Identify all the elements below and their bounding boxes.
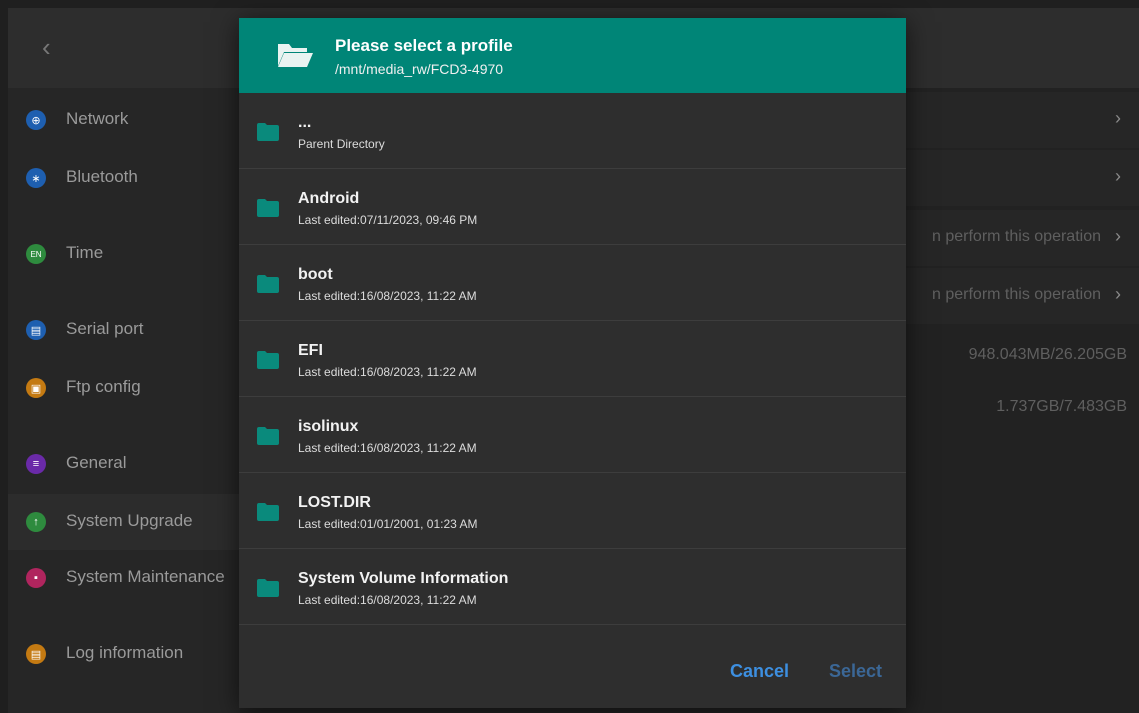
back-arrow-icon[interactable]: ‹ bbox=[42, 32, 51, 63]
sidebar-item-network[interactable]: ⊕ Network bbox=[8, 92, 240, 148]
sidebar-item-system-maintenance[interactable]: ▪ System Maintenance bbox=[8, 550, 240, 606]
chevron-right-icon: › bbox=[1115, 284, 1121, 304]
ftp-icon: ▣ bbox=[26, 378, 46, 398]
folder-name: boot bbox=[298, 266, 333, 283]
sidebar-item-label: Ftp config bbox=[66, 377, 141, 396]
folder-subtitle: Last edited:16/08/2023, 11:22 AM bbox=[298, 441, 477, 455]
current-path: /mnt/media_rw/FCD3-4970 bbox=[335, 61, 504, 77]
folder-icon bbox=[257, 199, 279, 222]
list-item-isolinux[interactable]: isolinux Last edited:16/08/2023, 11:22 A… bbox=[239, 397, 906, 473]
chevron-right-icon: › bbox=[1115, 108, 1121, 128]
folder-subtitle: Last edited:01/01/2001, 01:23 AM bbox=[298, 517, 478, 531]
sidebar-item-serial-port[interactable]: ▤ Serial port bbox=[8, 302, 240, 358]
clock-icon: EN bbox=[26, 244, 46, 264]
dialog-header: Please select a profile /mnt/media_rw/FC… bbox=[239, 18, 906, 93]
storage-value: 948.043MB/26.205GB bbox=[968, 346, 1127, 363]
list-item-lost-dir[interactable]: LOST.DIR Last edited:01/01/2001, 01:23 A… bbox=[239, 473, 906, 549]
list-item-android[interactable]: Android Last edited:07/11/2023, 09:46 PM bbox=[239, 169, 906, 245]
list-item-efi[interactable]: EFI Last edited:16/08/2023, 11:22 AM bbox=[239, 321, 906, 397]
folder-subtitle: Last edited:16/08/2023, 11:22 AM bbox=[298, 289, 477, 303]
chevron-right-icon: › bbox=[1115, 166, 1121, 186]
dialog-title: Please select a profile bbox=[335, 36, 513, 55]
serial-port-icon: ▤ bbox=[26, 320, 46, 340]
upgrade-icon: ↑ bbox=[26, 512, 46, 532]
row-hint-text: n perform this operation bbox=[932, 228, 1101, 245]
folder-icon bbox=[257, 123, 279, 146]
folder-icon bbox=[257, 427, 279, 450]
sidebar-item-label: Bluetooth bbox=[66, 167, 138, 186]
list-item-parent-directory[interactable]: ... Parent Directory bbox=[239, 93, 906, 169]
sidebar-item-label: System Upgrade bbox=[66, 511, 193, 530]
folder-icon bbox=[257, 579, 279, 602]
select-button[interactable]: Select bbox=[829, 661, 882, 682]
list-item-boot[interactable]: boot Last edited:16/08/2023, 11:22 AM bbox=[239, 245, 906, 321]
folder-subtitle: Last edited:07/11/2023, 09:46 PM bbox=[298, 213, 478, 227]
sidebar-item-ftp-config[interactable]: ▣ Ftp config bbox=[8, 360, 240, 416]
sidebar: ⊕ Network ∗ Bluetooth EN Time ▤ Serial p… bbox=[8, 88, 240, 713]
folder-name: isolinux bbox=[298, 418, 359, 435]
sidebar-item-label: Serial port bbox=[66, 319, 144, 338]
cancel-button[interactable]: Cancel bbox=[730, 661, 789, 682]
folder-icon bbox=[257, 351, 279, 374]
list-item-system-volume-information[interactable]: System Volume Information Last edited:16… bbox=[239, 549, 906, 625]
folder-subtitle: Last edited:16/08/2023, 11:22 AM bbox=[298, 365, 477, 379]
sidebar-item-label: Time bbox=[66, 243, 104, 262]
storage-value: 1.737GB/7.483GB bbox=[996, 398, 1127, 415]
sidebar-item-bluetooth[interactable]: ∗ Bluetooth bbox=[8, 150, 240, 206]
sidebar-item-time[interactable]: EN Time bbox=[8, 226, 240, 282]
chevron-right-icon: › bbox=[1115, 226, 1121, 246]
sidebar-item-label: Network bbox=[66, 109, 129, 128]
sidebar-item-general[interactable]: ≡ General bbox=[8, 436, 240, 492]
folder-name: System Volume Information bbox=[298, 570, 509, 587]
folder-name: ... bbox=[298, 114, 312, 131]
folder-name: Android bbox=[298, 190, 360, 207]
folder-subtitle: Last edited:16/08/2023, 11:22 AM bbox=[298, 593, 477, 607]
folder-list: ... Parent Directory Android Last edited… bbox=[239, 93, 906, 628]
folder-icon bbox=[257, 503, 279, 526]
bluetooth-icon: ∗ bbox=[26, 168, 46, 188]
sidebar-item-label: Log information bbox=[66, 643, 184, 662]
folder-name: LOST.DIR bbox=[298, 494, 371, 511]
sidebar-item-log-information[interactable]: ▤ Log information bbox=[8, 626, 240, 682]
folder-icon bbox=[257, 275, 279, 298]
row-hint-text: n perform this operation bbox=[932, 286, 1101, 303]
folder-subtitle: Parent Directory bbox=[298, 137, 385, 151]
sidebar-item-label: General bbox=[66, 453, 127, 472]
globe-icon: ⊕ bbox=[26, 110, 46, 130]
sidebar-item-label: System Maintenance bbox=[66, 567, 225, 586]
file-picker-dialog: Please select a profile /mnt/media_rw/FC… bbox=[239, 18, 906, 708]
log-icon: ▤ bbox=[26, 644, 46, 664]
sidebar-item-system-upgrade[interactable]: ↑ System Upgrade bbox=[8, 494, 240, 550]
folder-name: EFI bbox=[298, 342, 323, 359]
folder-open-icon bbox=[276, 40, 314, 73]
general-icon: ≡ bbox=[26, 454, 46, 474]
maintenance-icon: ▪ bbox=[26, 568, 46, 588]
